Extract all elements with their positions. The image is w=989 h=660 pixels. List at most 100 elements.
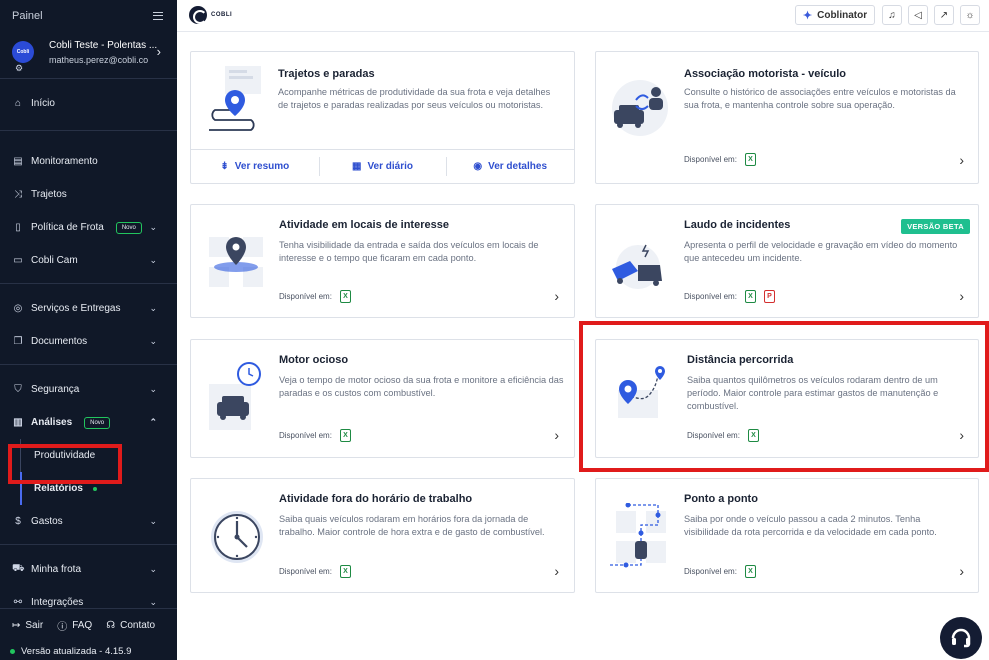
report-card-ponto-a-ponto[interactable]: Ponto a ponto Saiba por onde o veículo p… (595, 478, 979, 593)
version-label: Versão atualizada - 4.15.9 (21, 645, 132, 657)
ver-resumo-button[interactable]: ⇟ Ver resumo (191, 150, 319, 183)
excel-icon[interactable]: X (744, 290, 756, 303)
chevron-down-icon: ⌄ (149, 336, 157, 346)
clock-illustration-icon (211, 511, 263, 563)
sidebar-item-monitoramento[interactable]: ▤ Monitoramento (0, 145, 177, 178)
pin-icon: ◎ (13, 303, 23, 314)
sidebar-item-label: Serviços e Entregas (31, 303, 121, 314)
active-dot (92, 486, 97, 491)
card-description: Saiba quais veículos rodaram em horários… (279, 514, 545, 537)
grid-icon: ▦ (351, 161, 362, 172)
camera-icon: ▭ (13, 255, 23, 266)
sidebar-item-politica-frota[interactable]: ▯ Política de Frota Novo ⌄ (0, 211, 177, 244)
version-status: Versão atualizada - 4.15.9 (0, 642, 177, 660)
chart-icon: ▥ (13, 417, 23, 428)
sidebar-item-inicio[interactable]: ⌂ Início (0, 87, 177, 120)
availability: Disponível em: X (279, 290, 351, 303)
chevron-right-icon[interactable]: › (554, 563, 559, 579)
gear-icon: ⚙ (15, 63, 24, 73)
card-title: Laudo de incidentes (684, 219, 791, 231)
chevron-down-icon: ⌄ (149, 564, 157, 574)
excel-icon[interactable]: X (744, 565, 756, 578)
availability: Disponível em: X (684, 565, 756, 578)
exit-link[interactable]: ↦ Sair (12, 620, 43, 631)
menu-icon[interactable] (153, 12, 163, 20)
idle-engine-illustration-icon (209, 362, 261, 430)
sidebar-item-cobli-cam[interactable]: ▭ Cobli Cam ⌄ (0, 244, 177, 277)
excel-icon[interactable]: X (744, 153, 756, 166)
chevron-down-icon: ⌄ (149, 303, 157, 313)
contact-link[interactable]: ☊ Contato (106, 620, 155, 631)
chevron-up-icon: ⌃ (149, 417, 157, 427)
ver-detalhes-button[interactable]: ◉ Ver detalhes (446, 150, 574, 183)
map-icon: ▤ (13, 156, 23, 167)
notifications-button[interactable]: ♫ (882, 5, 902, 25)
excel-icon[interactable]: X (339, 565, 351, 578)
sidebar-item-label: Gastos (31, 516, 63, 527)
chevron-right-icon[interactable]: › (959, 288, 964, 304)
sidebar-item-label: Cobli Cam (31, 255, 78, 266)
chevron-down-icon: ⌄ (149, 597, 157, 607)
dollar-icon: $ (15, 516, 21, 527)
faq-link[interactable]: ⓘ FAQ (57, 618, 92, 633)
list-icon: ⇟ (220, 161, 229, 172)
status-dot (10, 648, 15, 654)
cobli-logo[interactable]: COBLI (189, 6, 232, 24)
sidebar-footer: ↦ Sair ⓘ FAQ ☊ Contato Versão atualizada - … (0, 608, 177, 660)
card-description: Acompanhe métricas de produtividade da s… (278, 87, 551, 110)
chevron-right-icon[interactable]: › (959, 563, 964, 579)
route-icon: ⤨ (14, 189, 22, 200)
external-link-button[interactable]: ↗ (934, 5, 954, 25)
sidebar-item-label: Trajetos (31, 189, 67, 200)
megaphone-icon: ◁ (914, 9, 922, 21)
tips-button[interactable]: ☼ (960, 5, 980, 25)
sidebar-item-minha-frota[interactable]: ⛟ Minha frota ⌄ (0, 553, 177, 586)
driver-vehicle-illustration-icon (612, 80, 668, 136)
report-card-locais-interesse[interactable]: Atividade em locais de interesse Tenha v… (190, 204, 575, 318)
card-description: Tenha visibilidade da entrada e saída do… (279, 240, 539, 263)
chat-bubble-icon (951, 628, 971, 648)
report-card-motor-ocioso[interactable]: Motor ocioso Veja o tempo de motor ocios… (190, 339, 575, 458)
help-icon: ⓘ (57, 622, 68, 633)
coblinator-button[interactable]: ✦ Coblinator (795, 5, 875, 25)
sidebar-item-label: Documentos (31, 336, 88, 347)
files-icon: ❐ (13, 336, 23, 347)
card-description: Saiba por onde o veículo passou a cada 2… (684, 514, 937, 537)
sidebar-item-label: Política de Frota (31, 222, 104, 233)
ver-diario-button[interactable]: ▦ Ver diário (318, 150, 447, 183)
report-card-trajetos[interactable]: Trajetos e paradas Acompanhe métricas de… (190, 51, 575, 184)
external-link-icon: ↗ (939, 9, 949, 21)
card-description: Apresenta o perfil de velocidade e grava… (684, 240, 958, 263)
card-title: Motor ocioso (279, 354, 349, 366)
sidebar-item-label: Segurança (31, 384, 80, 395)
sparkle-icon: ✦ (802, 9, 813, 22)
sidebar-item-documentos[interactable]: ❐ Documentos ⌄ (0, 325, 177, 358)
top-header: COBLI ✦ Coblinator ♫ ◁ ↗ ☼ (177, 0, 989, 32)
bell-icon: ♫ (888, 9, 896, 21)
exit-icon: ↦ (12, 620, 21, 631)
sidebar-item-analises[interactable]: ▥ Análises Novo ⌃ (0, 406, 177, 439)
chevron-down-icon: ⌄ (149, 222, 157, 232)
sidebar-item-seguranca[interactable]: ⛉ Segurança ⌄ (0, 373, 177, 406)
chevron-right-icon[interactable]: › (959, 152, 964, 168)
sidebar-item-trajetos[interactable]: ⤨ Trajetos (0, 178, 177, 211)
account-switcher[interactable]: Cobli ⚙ Cobli Teste - Polentas ... mathe… (0, 32, 177, 73)
sidebar-item-gastos[interactable]: $ Gastos ⌄ (0, 505, 177, 538)
card-title: Associação motorista - veículo (684, 68, 846, 80)
excel-icon[interactable]: X (339, 290, 351, 303)
report-card-associacao[interactable]: Associação motorista - veículo Consulte … (595, 51, 979, 184)
document-icon: ▯ (15, 222, 21, 233)
integration-icon: ⚯ (13, 597, 23, 608)
announcements-button[interactable]: ◁ (908, 5, 928, 25)
sidebar-item-servicos-entregas[interactable]: ◎ Serviços e Entregas ⌄ (0, 292, 177, 325)
excel-icon[interactable]: X (339, 429, 351, 442)
account-name: Cobli Teste - Polentas ... (49, 39, 158, 51)
chevron-right-icon[interactable]: › (554, 288, 559, 304)
chevron-right-icon[interactable]: › (554, 427, 559, 443)
headset-icon: ☊ (106, 620, 116, 631)
report-card-laudo-incidentes[interactable]: VERSÃO BETA Laudo de incidentes Apresent… (595, 204, 979, 318)
chat-button[interactable] (940, 617, 982, 659)
logo-mark-icon (189, 6, 207, 24)
pdf-icon[interactable]: P (763, 290, 775, 303)
report-card-fora-horario[interactable]: Atividade fora do horário de trabalho Sa… (190, 478, 575, 593)
